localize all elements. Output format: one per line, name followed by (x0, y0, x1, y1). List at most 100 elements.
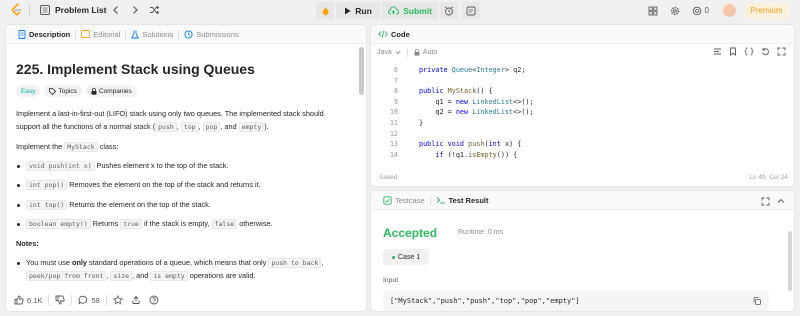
code-editor[interactable]: 6 private Queue<Integer> q2; 7 8 public MySt… (371, 62, 794, 172)
case-1-tab[interactable]: Case 1 (383, 249, 429, 265)
inline-code: push to back (268, 258, 322, 268)
expand-icon[interactable] (761, 197, 770, 206)
terminal-icon (436, 196, 446, 204)
inline-code: false (211, 219, 238, 229)
coin-icon[interactable] (692, 6, 702, 16)
lock-icon (414, 49, 420, 56)
share-icon[interactable] (131, 295, 141, 305)
note-text: and (136, 270, 149, 280)
debugger-button[interactable] (316, 2, 334, 19)
test-panel: Testcase Test Result Accepted Runtime: 0… (370, 190, 795, 312)
chevron-right-icon[interactable] (131, 5, 139, 15)
code-text: } (419, 118, 424, 127)
avatar[interactable] (723, 4, 736, 17)
code-panel: Code Java Auto 6 private Queue<Integer> q… (370, 24, 795, 187)
bookmark-icon[interactable] (729, 47, 737, 56)
description-panel: Description Editorial Solutions Submissi… (5, 24, 367, 312)
line-number: 7 (393, 76, 398, 85)
run-label: Run (355, 5, 372, 16)
tab-submissions[interactable]: Submissions (179, 30, 244, 39)
like-button[interactable]: 6.1K (14, 295, 42, 305)
tab-testcase[interactable]: Testcase (378, 196, 430, 205)
result-status: Accepted (383, 226, 438, 240)
tag-icon (49, 87, 57, 95)
thumbs-down-icon (55, 295, 66, 305)
comment-icon (78, 295, 88, 305)
problem-content: 225. Implement Stack using Queues Easy T… (6, 45, 360, 293)
comments-button[interactable]: 58 (78, 295, 100, 305)
problem-list-link[interactable]: Problem List (55, 5, 106, 15)
method-text: Returns the element on the top of the st… (67, 199, 211, 209)
inline-code: empty (238, 121, 265, 132)
inline-code: is empty (150, 270, 188, 281)
tab-solutions[interactable]: Solutions (126, 30, 178, 39)
chevron-down-icon[interactable] (395, 50, 401, 55)
copy-icon[interactable] (753, 297, 761, 305)
like-count: 6.1K (27, 295, 43, 305)
code-tab[interactable]: Code (371, 25, 794, 44)
braces-icon[interactable] (744, 47, 754, 56)
history-icon (184, 29, 193, 39)
editor-actions (713, 47, 786, 56)
cursor-position: Ln 49, Col 24 (749, 173, 788, 181)
problem-title: 225. Implement Stack using Queues (16, 61, 255, 77)
tab-test-result[interactable]: Test Result (431, 196, 494, 205)
code-line: 13 public void push(int x) { (371, 139, 794, 150)
settings-gear-icon[interactable] (670, 6, 680, 16)
dislike-button[interactable] (55, 295, 66, 305)
scrollbar[interactable] (359, 47, 364, 95)
shuffle-icon[interactable] (149, 5, 160, 15)
chevron-left-icon[interactable] (112, 5, 120, 15)
leetcode-logo-icon[interactable] (11, 3, 22, 17)
tab-testcase-label: Testcase (395, 195, 425, 205)
timer-button[interactable] (440, 2, 458, 19)
code-text: public MyStack() { (419, 87, 493, 96)
list-item: int pop() Removes the element on the top… (16, 179, 350, 192)
expand-icon[interactable] (777, 47, 786, 56)
inline-code: int top() (26, 199, 68, 210)
format-icon[interactable] (713, 47, 722, 56)
premium-button[interactable]: Premium (744, 2, 789, 19)
topics-tag[interactable]: Topics (44, 85, 82, 97)
submit-button[interactable]: Submit (382, 2, 438, 19)
input-text: ["MyStack","push","push","top","pop","em… (390, 297, 580, 305)
code-brackets-icon (378, 30, 388, 38)
case-label: Case 1 (397, 253, 421, 261)
inline-code: push (155, 121, 177, 132)
scrollbar[interactable] (788, 231, 792, 291)
language-select[interactable]: Java (377, 49, 392, 56)
lock-icon (91, 87, 97, 95)
code-line: 12 (371, 129, 794, 140)
book-icon (81, 30, 91, 38)
reset-icon[interactable] (761, 47, 770, 56)
list-icon[interactable] (40, 5, 50, 15)
tab-description[interactable]: Description (13, 30, 75, 39)
tab-test-result-label: Test Result (448, 195, 489, 205)
test-tabs: Testcase Test Result (371, 191, 794, 210)
difficulty-badge: Easy (16, 85, 41, 97)
inline-code: peek/pop from front (26, 270, 107, 281)
layout-grid-icon[interactable] (648, 6, 658, 16)
run-button[interactable]: Run (336, 2, 380, 19)
tab-editorial[interactable]: Editorial (76, 30, 125, 39)
auto-toggle[interactable]: Auto (423, 49, 437, 56)
cloud-upload-icon (388, 6, 400, 15)
help-icon[interactable] (149, 295, 159, 305)
inline-code: boolean empty() (26, 219, 91, 229)
user-toolbar: 0 Premium (648, 2, 800, 19)
companies-tag[interactable]: Companies (85, 85, 137, 97)
notes-button[interactable] (462, 2, 480, 19)
save-status: Saved (379, 173, 398, 181)
description-text: and (224, 121, 237, 131)
code-line: 9 q1 = new LinkedList<>(); (371, 97, 794, 108)
line-number: 13 (389, 140, 398, 149)
description-tabs: Description Editorial Solutions Submissi… (6, 25, 366, 44)
star-icon[interactable] (112, 295, 123, 305)
method-text: if the stack is empty, (141, 219, 212, 228)
submit-label: Submit (403, 5, 432, 16)
chevron-up-icon[interactable] (777, 197, 785, 205)
code-text: q2 = new LinkedList<>(); (419, 108, 534, 117)
divider (105, 295, 107, 305)
code-line: 14 if (!q1.isEmpty()) { (371, 150, 794, 161)
line-number: 9 (393, 97, 398, 106)
